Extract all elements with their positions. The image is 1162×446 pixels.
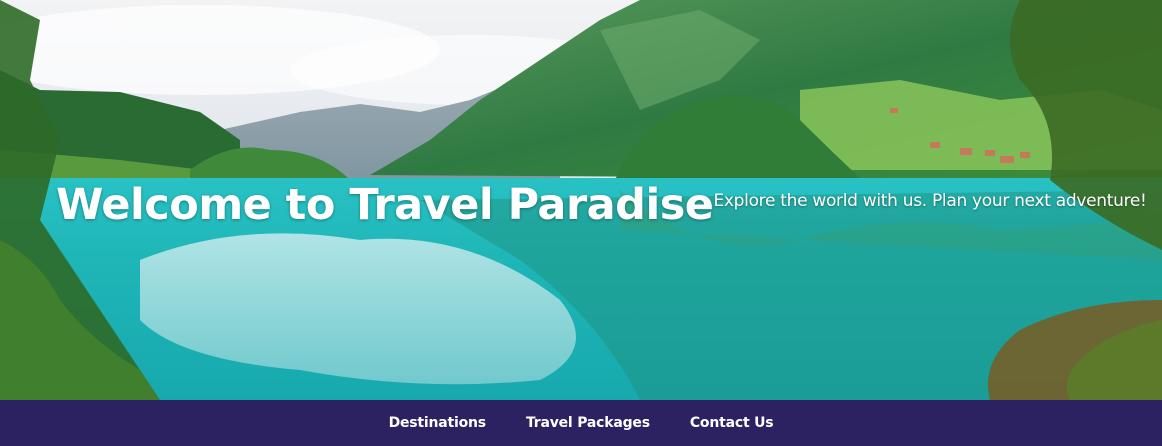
page: Welcome to Travel Paradise Explore the w…	[0, 0, 1162, 446]
nav-link-contact-us[interactable]: Contact Us	[690, 415, 774, 431]
hero-text-group: Welcome to Travel Paradise Explore the w…	[56, 178, 1147, 232]
hero-title: Welcome to Travel Paradise	[56, 180, 714, 230]
main-navigation: Destinations Travel Packages Contact Us	[0, 400, 1162, 446]
nav-link-destinations[interactable]: Destinations	[389, 415, 487, 431]
hero-banner: Welcome to Travel Paradise Explore the w…	[0, 0, 1162, 400]
nav-link-travel-packages[interactable]: Travel Packages	[526, 415, 650, 431]
hero-subtitle: Explore the world with us. Plan your nex…	[713, 191, 1147, 211]
